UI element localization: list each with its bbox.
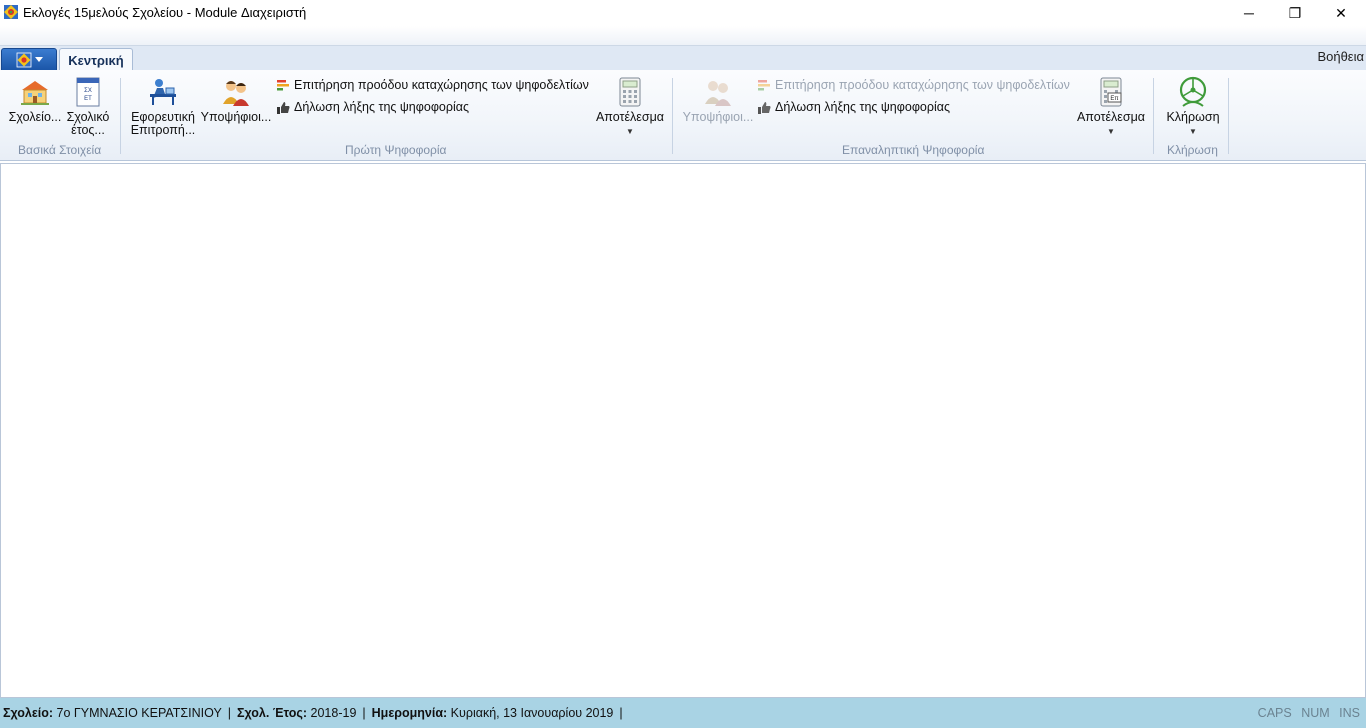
num-indicator: NUM [1301,706,1330,720]
committee-label-1: Εφορευτική [131,110,195,124]
svg-text:ΣΧ: ΣΧ [84,88,92,94]
committee-button[interactable]: Εφορευτική Επιτροπή... [128,76,198,137]
lottery-button[interactable]: Κλήρωση ▼ [1160,76,1226,138]
repeat-results-label: Αποτέλεσμα [1076,110,1146,124]
candidates-icon [223,81,249,106]
status-school-value: 7ο ΓΥΜΝΑΣΙΟ ΚΕΡΑΤΣΙΝΙΟΥ [56,706,222,720]
status-separator: | [227,706,232,720]
calculator-icon: Επ [1100,77,1122,107]
lottery-wheel-icon [1179,76,1207,107]
group-label-first-vote: Πρώτη Ψηφοφορία [345,143,447,157]
dropdown-arrow-icon: ▼ [626,127,634,136]
status-date: Ημερομηνία: Κυριακή, 13 Ιανουαρίου 2019 [372,706,614,720]
app-menu-logo-icon [16,52,31,67]
dropdown-arrow-icon: ▼ [1107,127,1115,136]
restore-button[interactable]: ❐ [1272,0,1318,26]
school-year-label-2: έτος... [71,123,105,137]
help-menu[interactable]: Βοήθεια [1317,49,1364,64]
school-button-label: Σχολείο... [8,110,62,124]
lottery-label: Κλήρωση [1166,110,1220,124]
app-logo-icon [4,5,18,19]
chevron-down-icon [34,56,43,62]
repeat-candidates-label: Υποψήφιοι... [682,110,754,124]
thumbs-up-icon [758,101,771,114]
dropdown-arrow-icon: ▼ [1189,127,1197,136]
school-year-icon: ΣΧ ΕΤ [76,77,100,107]
repeat-declare-end-button[interactable]: Δήλωση λήξης της ψηφοφορίας [758,100,950,114]
minimize-button[interactable]: ─ [1226,0,1272,26]
school-building-icon [21,81,49,105]
svg-text:ΕΤ: ΕΤ [84,96,92,102]
group-label-repeat-vote: Επαναληπτική Ψηφοφορία [842,143,985,157]
results-button[interactable]: Αποτέλεσμα ▼ [594,76,666,138]
status-year-value: 2018-19 [310,706,357,720]
minimize-icon: ─ [1244,5,1254,21]
results-label: Αποτέλεσμα [595,110,665,124]
status-date-value: Κυριακή, 13 Ιανουαρίου 2019 [450,706,614,720]
ins-indicator: INS [1339,706,1360,720]
window-title: Εκλογές 15μελούς Σχολείου - Module Διαχε… [23,5,307,20]
group-separator [672,78,673,154]
status-year: Σχολ. Έτος: 2018-19 [237,706,356,720]
tab-home[interactable]: Κεντρική [59,48,133,72]
title-bar: Εκλογές 15μελούς Σχολείου - Module Διαχε… [0,0,1366,26]
school-button[interactable]: Σχολείο... [8,76,62,124]
group-label-basic: Βασικά Στοιχεία [18,143,102,157]
repeat-declare-end-label: Δήλωση λήξης της ψηφοφορίας [775,100,951,114]
main-content-area [0,163,1366,698]
application-menu-button[interactable] [1,48,57,71]
candidates-icon [705,81,731,106]
group-separator [1228,78,1229,154]
group-separator [120,78,121,154]
keyboard-indicators: CAPS NUM INS [1252,706,1360,720]
repeat-results-button[interactable]: Επ Αποτέλεσμα ▼ [1075,76,1147,138]
school-year-button[interactable]: ΣΧ ΕΤ Σχολικό έτος... [62,76,114,137]
status-date-label: Ημερομηνία: [371,706,448,720]
calc-badge-text: Επ [1110,96,1118,102]
ribbon-panel: Σχολείο... ΣΧ ΕΤ Σχολικό έτος... Βασικά … [0,70,1366,161]
school-year-label-1: Σχολικό [66,110,110,124]
candidates-button[interactable]: Υποψήφιοι... [200,76,272,124]
status-school-label: Σχολείο: [3,706,54,720]
status-school: Σχολείο: 7ο ΓΥΜΝΑΣΙΟ ΚΕΡΑΤΣΙΝΙΟΥ [3,706,222,720]
status-bar: Σχολείο: 7ο ΓΥΜΝΑΣΙΟ ΚΕΡΑΤΣΙΝΙΟΥ | Σχολ.… [0,698,1366,728]
monitor-progress-button[interactable]: Επιτήρηση προόδου καταχώρησης των ψηφοδε… [277,78,589,92]
calculator-icon [619,77,641,107]
candidates-label: Υποψήφιοι... [200,110,272,124]
restore-icon: ❐ [1288,4,1302,21]
status-separator: | [619,706,623,720]
close-button[interactable]: ✕ [1318,0,1364,26]
caps-indicator: CAPS [1257,706,1292,720]
monitor-progress-label: Επιτήρηση προόδου καταχώρησης των ψηφοδε… [294,78,589,92]
committee-desk-icon [150,79,176,105]
group-label-lottery: Κλήρωση [1167,143,1218,157]
repeat-monitor-progress-label: Επιτήρηση προόδου καταχώρησης των ψηφοδε… [775,78,1070,92]
status-separator: | [362,706,366,720]
thumbs-up-icon [277,101,290,114]
committee-label-2: Επιτροπή... [130,123,196,137]
progress-bars-icon [277,79,289,90]
repeat-candidates-button[interactable]: Υποψήφιοι... [680,76,756,124]
ribbon-tabs: Κεντρική Βοήθεια [0,45,1366,72]
group-separator [1153,78,1154,154]
status-year-label: Σχολ. Έτος: [237,706,308,720]
repeat-monitor-progress-button[interactable]: Επιτήρηση προόδου καταχώρησης των ψηφοδε… [758,78,1070,92]
caption-strip [0,26,1366,45]
progress-bars-icon [758,79,770,90]
declare-end-button[interactable]: Δήλωση λήξης της ψηφοφορίας [277,100,469,114]
declare-end-label: Δήλωση λήξης της ψηφοφορίας [294,100,470,114]
close-icon: ✕ [1335,4,1347,21]
